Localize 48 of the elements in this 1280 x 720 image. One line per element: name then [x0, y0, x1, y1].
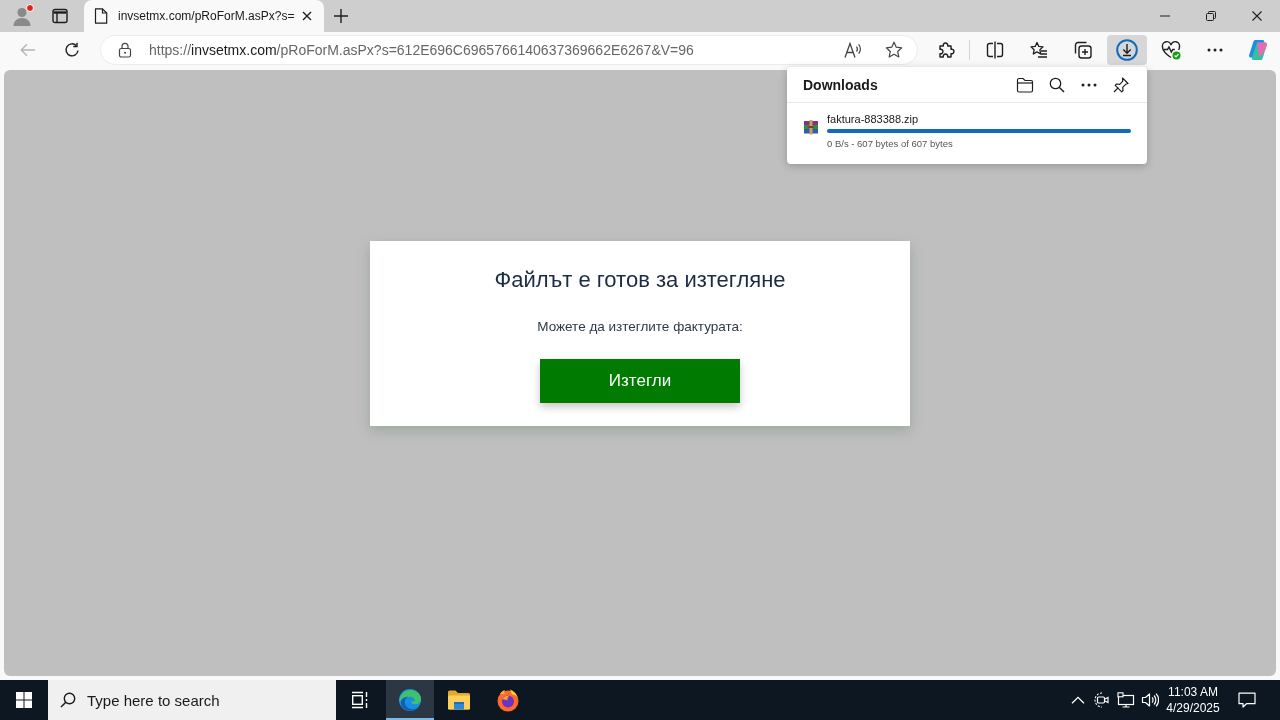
search-field[interactable]: Type here to search [48, 680, 336, 720]
archive-icon [803, 119, 819, 135]
dialog-heading: Файлът е готов за изтегляне [494, 267, 786, 293]
download-button[interactable]: Изтегли [540, 359, 740, 403]
search-icon[interactable] [1049, 76, 1065, 93]
chevron-up-icon[interactable] [1071, 696, 1085, 704]
browser-tab[interactable]: invsetmx.com/pRoForM.asPx?s= [84, 0, 324, 32]
clock-date[interactable]: 4/29/2025 [1166, 700, 1220, 716]
close-icon[interactable] [1252, 11, 1262, 21]
star-icon[interactable] [885, 41, 903, 59]
monitor-icon[interactable] [1117, 692, 1135, 708]
search-icon[interactable] [60, 692, 76, 708]
puzzle-icon[interactable] [938, 41, 956, 59]
download-status: 0 B/s - 607 bytes of 607 bytes [827, 138, 954, 150]
split-screen-icon[interactable] [986, 41, 1004, 59]
favorites-icon[interactable] [1030, 41, 1048, 59]
folder-icon[interactable] [1016, 76, 1034, 93]
pin-icon[interactable] [1113, 76, 1129, 93]
dialog-text: Можете да изтеглите фактурата: [537, 319, 743, 335]
download-icon[interactable] [1116, 39, 1138, 61]
more-icon[interactable] [1081, 82, 1097, 87]
copilot-icon[interactable] [1247, 39, 1269, 61]
panel-title: Downloads [803, 76, 879, 93]
heart-pulse-icon[interactable] [1161, 40, 1181, 60]
close-icon[interactable] [302, 11, 312, 21]
flame-globe-icon[interactable] [496, 688, 520, 712]
read-aloud-icon[interactable] [844, 42, 862, 58]
lock-icon[interactable] [118, 42, 132, 58]
tab-actions-icon[interactable] [52, 8, 68, 24]
swirl-globe-icon[interactable] [398, 688, 422, 712]
file-name[interactable]: faktura-883388.zip [827, 112, 1131, 126]
restore-icon[interactable] [1206, 11, 1216, 21]
taskbar-button[interactable] [386, 680, 434, 720]
notification-icon[interactable] [1238, 692, 1256, 708]
windows-logo-icon[interactable] [16, 692, 32, 708]
camera-icon[interactable] [1094, 692, 1110, 708]
folder-icon[interactable] [447, 689, 471, 711]
more-icon[interactable] [1207, 48, 1223, 52]
profile-icon[interactable] [12, 6, 32, 26]
downloads-button[interactable] [1107, 35, 1147, 65]
address-field[interactable]: https://invsetmx.com/pRoForM.asPx?s=612E696C6965766140637369662E6267&V=96 [100, 35, 918, 65]
speaker-icon[interactable] [1141, 692, 1159, 708]
collections-icon[interactable] [1074, 41, 1092, 59]
clock-time[interactable]: 11:03 AM [1168, 684, 1218, 700]
task-view-icon[interactable] [351, 691, 369, 709]
page-icon [94, 8, 108, 24]
new-tab-icon[interactable] [333, 8, 349, 24]
refresh-icon[interactable] [64, 42, 80, 58]
